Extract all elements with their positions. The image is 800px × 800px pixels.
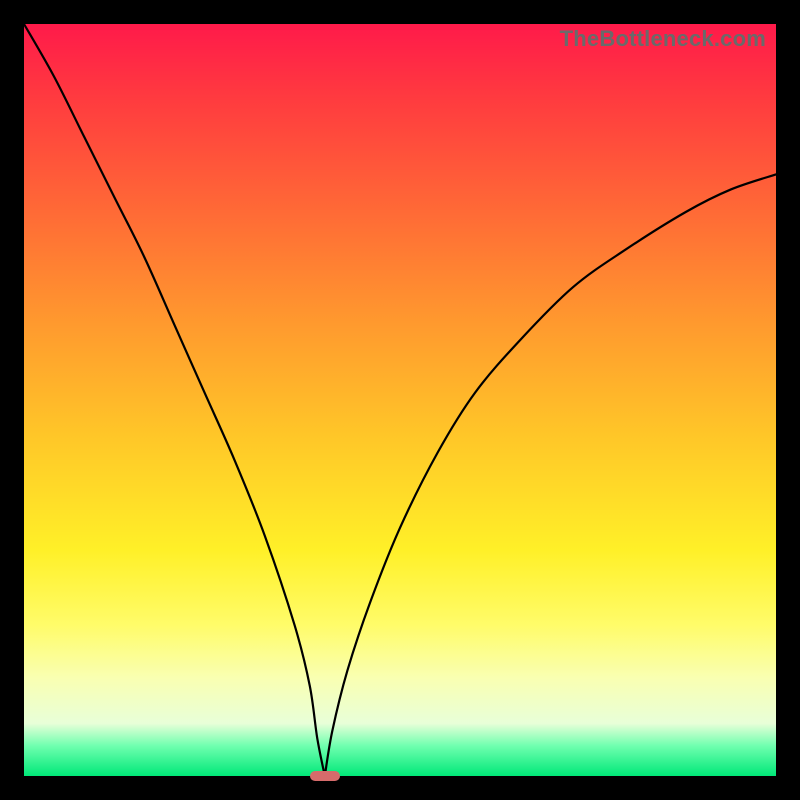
optimal-marker <box>310 771 340 781</box>
chart-frame: TheBottleneck.com <box>0 0 800 800</box>
curve-right <box>325 174 776 776</box>
plot-area: TheBottleneck.com <box>24 24 776 776</box>
curve-left <box>24 24 325 776</box>
bottleneck-curve <box>24 24 776 776</box>
